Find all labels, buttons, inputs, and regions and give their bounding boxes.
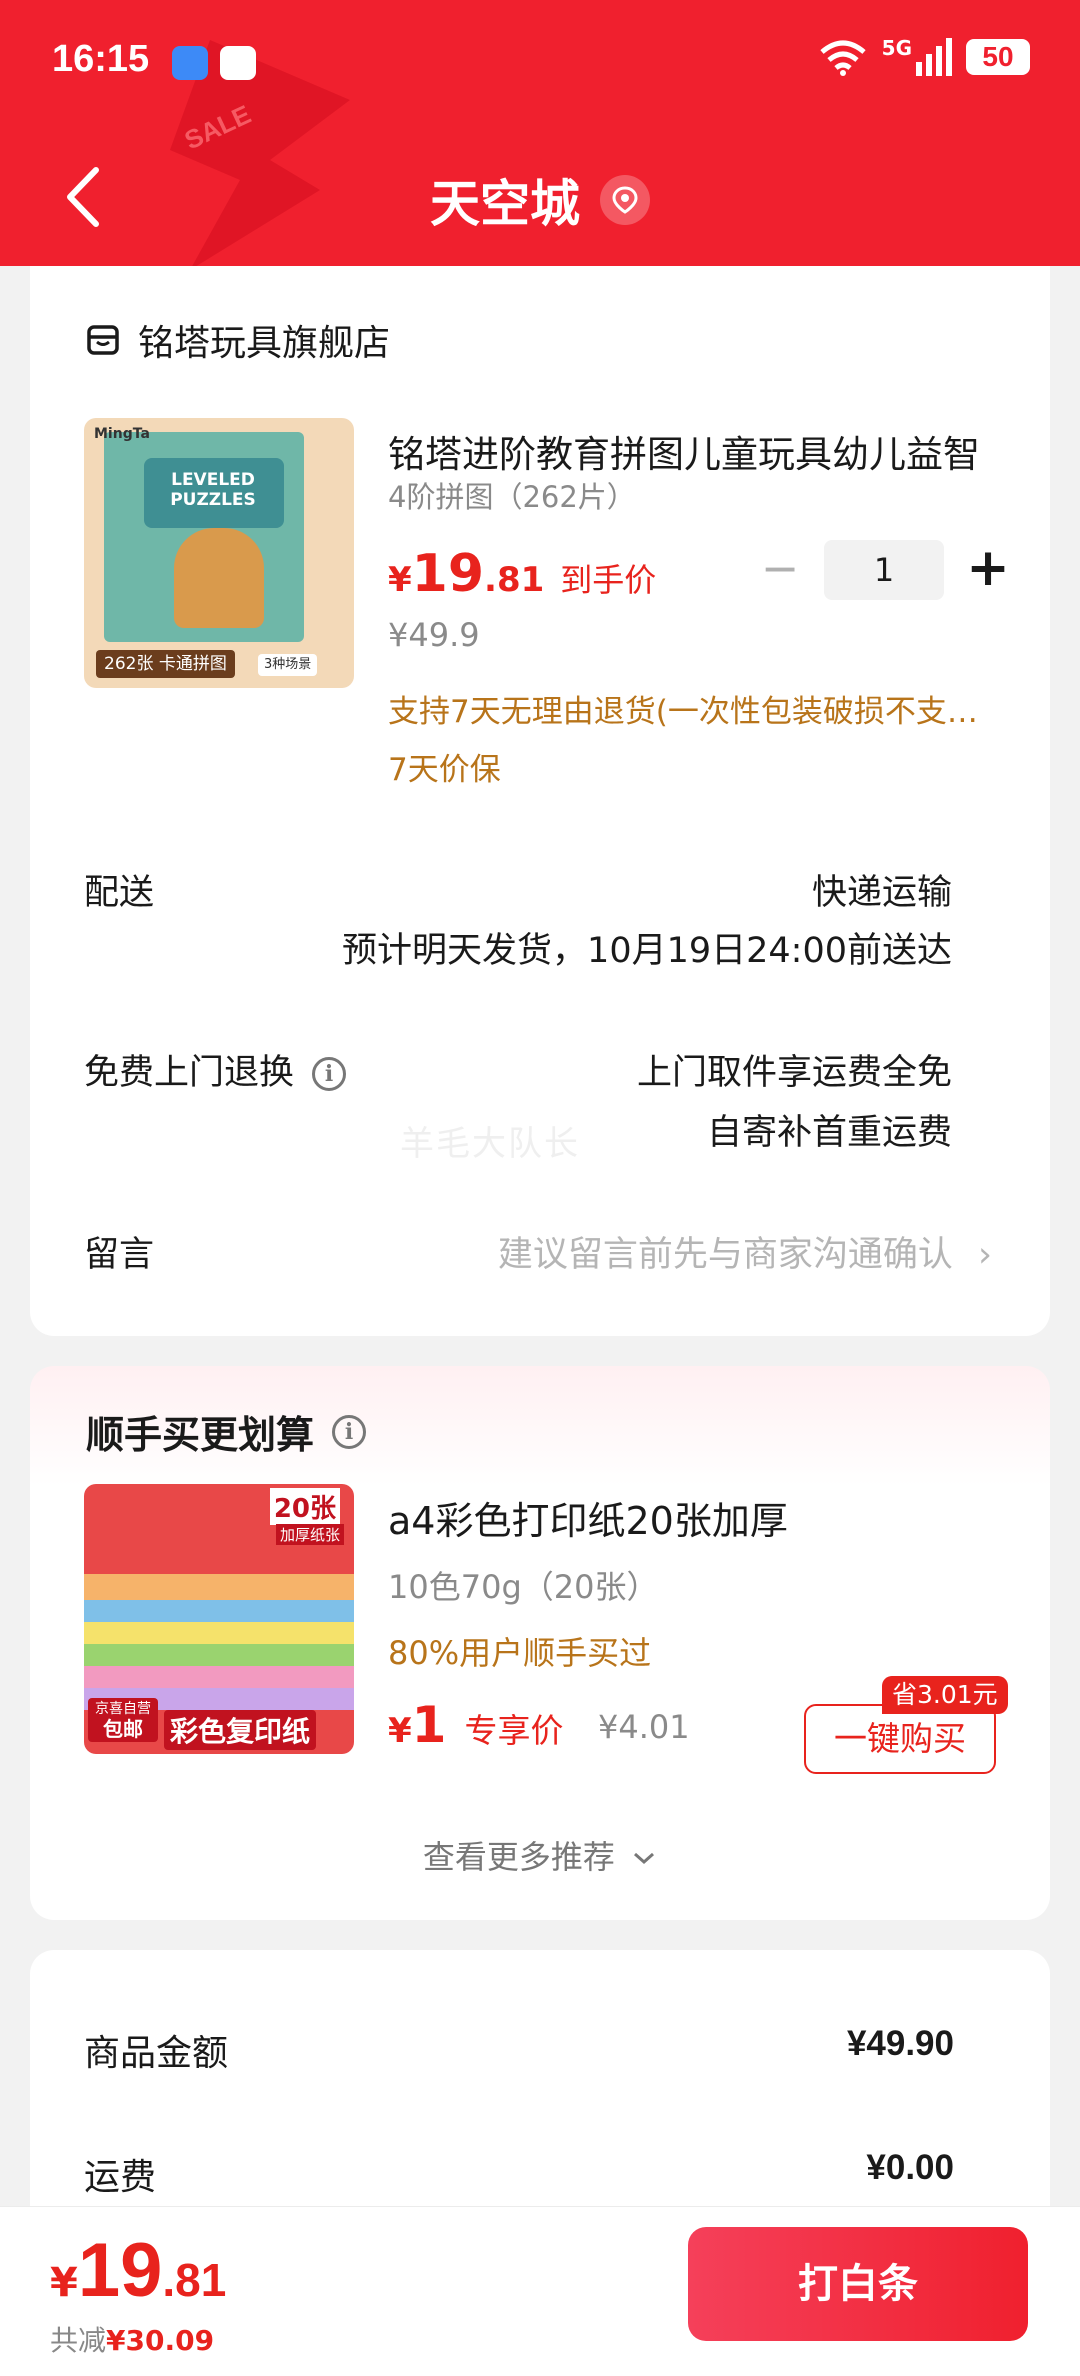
see-more-label: 查看更多推荐 [422, 1838, 615, 1876]
return-service-line2: 自寄补首重运费 [706, 1113, 952, 1153]
message-placeholder: 建议留言前先与商家沟通确认 [497, 1235, 953, 1275]
message-input-row[interactable]: 建议留言前先与商家沟通确认 › [498, 1226, 992, 1277]
price-integer: 19 [411, 544, 485, 604]
quantity-stepper: − 1 + [750, 540, 1018, 600]
status-time: 16:15 [52, 38, 150, 80]
product-price: ¥ 19 .81 到手价 [388, 544, 656, 604]
return-policy[interactable]: 支持7天无理由退货(一次性包装破损不支持) [388, 686, 988, 731]
addon-title[interactable]: a4彩色打印纸20张加厚 [388, 1490, 788, 1545]
location-icon[interactable] [600, 175, 650, 225]
thumb-tag: 3种场景 [258, 654, 318, 676]
chevron-right-icon: › [978, 1235, 992, 1275]
thumb-count: 20张 [269, 1488, 340, 1525]
addon-spec[interactable]: 10色70g（20张） [388, 1562, 658, 1608]
discount-prefix: 共减 [50, 2324, 107, 2357]
order-item-card: 铭塔玩具旗舰店 MingTa LEVELED PUZZLES 262张 卡通拼图… [30, 266, 1050, 1336]
price-decimal: .81 [484, 560, 545, 600]
section-title: 顺手买更划算 [86, 1413, 315, 1457]
store-header[interactable]: 铭塔玩具旗舰店 [86, 314, 390, 366]
delivery-label: 配送 [84, 873, 155, 913]
product-title[interactable]: 铭塔进阶教育拼图儿童玩具幼儿益智 [388, 424, 988, 478]
thumb-name: 彩色复印纸 [164, 1710, 317, 1750]
price-currency: ¥ [388, 560, 412, 600]
save-badge: 省3.01元 [882, 1676, 1008, 1714]
thumb-brand: MingTa [94, 426, 150, 442]
addon-recommendation-card: 顺手买更划算 i 20张 加厚纸张 京喜自营 包邮 彩色复印纸 a4彩色打印纸20… [30, 1366, 1050, 1920]
addon-price-tag: 专享价 [464, 1711, 564, 1750]
summary-label: 运费 [84, 2157, 157, 2198]
gallery-app-icon [172, 46, 208, 80]
return-service-label: 免费上门退换 [84, 1053, 295, 1093]
see-more-recommendations[interactable]: 查看更多推荐 [30, 1832, 1050, 1878]
return-service-row: 免费上门退换 i [84, 1044, 347, 1095]
signal-icon [916, 38, 952, 76]
summary-value: ¥49.90 [846, 2024, 954, 2063]
chevron-down-icon [634, 1852, 655, 1865]
section-header: 顺手买更划算 i [86, 1404, 367, 1459]
addon-price-currency: ¥ [388, 1711, 412, 1751]
total-decimal: .81 [162, 2254, 227, 2306]
delivery-eta: 预计明天发货，10月19日24:00前送达 [342, 931, 952, 971]
discount-amount: ¥30.09 [106, 2324, 215, 2357]
network-type: 5G [881, 36, 912, 60]
summary-value: ¥0.00 [866, 2148, 954, 2187]
status-indicators: 5G 50 [818, 36, 1030, 76]
page-title[interactable]: 天空城 [430, 164, 580, 236]
addon-original-price: ¥4.01 [598, 1708, 690, 1746]
cloud-app-icon [220, 46, 256, 80]
battery-indicator: 50 [966, 39, 1030, 75]
info-icon[interactable]: i [332, 1414, 367, 1449]
page-title-wrap: 天空城 [0, 164, 1080, 236]
summary-label: 商品金额 [84, 2033, 229, 2074]
total-integer: 19 [77, 2228, 163, 2313]
price-protection[interactable]: 7天价保 [388, 744, 501, 789]
return-service-line1: 上门取件享运费全免 [636, 1053, 952, 1093]
thumb-ship-line2: 包邮 [103, 1717, 143, 1741]
message-label: 留言 [84, 1235, 155, 1275]
one-click-buy-button[interactable]: 一键购买 [804, 1704, 996, 1774]
thumb-ship-line1: 京喜自营 [95, 1701, 151, 1717]
thumb-sub: 加厚纸张 [275, 1524, 344, 1545]
product-spec[interactable]: 4阶拼图（262片） [388, 474, 636, 516]
wifi-icon [820, 40, 866, 76]
header: SALE 16:15 5G 50 天空城 [0, 0, 1080, 266]
checkout-bar: ¥ 19 .81 共减¥30.09 打白条 [0, 2206, 1080, 2376]
store-name: 铭塔玩具旗舰店 [138, 323, 391, 364]
quantity-value[interactable]: 1 [824, 540, 944, 600]
nav-bar: 天空城 [0, 150, 1080, 240]
original-price: ¥49.9 [388, 616, 480, 654]
addon-price-value: 1 [411, 1696, 447, 1754]
status-bar: 16:15 5G 50 [0, 0, 1080, 120]
increase-button[interactable]: + [958, 540, 1018, 600]
product-thumbnail[interactable]: MingTa LEVELED PUZZLES 262张 卡通拼图 3种场景 [84, 418, 354, 688]
delivery-method[interactable]: 快递运输 [812, 864, 952, 915]
watermark: 羊毛大队长 [400, 1124, 580, 1164]
store-icon [87, 325, 119, 355]
discount-summary[interactable]: 共减¥30.09 [50, 2319, 214, 2359]
total-price: ¥ 19 .81 [50, 2227, 226, 2314]
info-icon[interactable]: i [312, 1057, 347, 1091]
thumb-badge: 262张 卡通拼图 [96, 650, 235, 678]
thumb-ship: 京喜自营 包邮 [88, 1698, 158, 1742]
thumb-title: LEVELED PUZZLES [170, 470, 256, 510]
addon-price: ¥ 1 专享价 [388, 1696, 563, 1754]
pay-button[interactable]: 打白条 [688, 2227, 1028, 2341]
addon-thumbnail[interactable]: 20张 加厚纸张 京喜自营 包邮 彩色复印纸 [84, 1484, 354, 1754]
price-tag: 到手价 [560, 561, 657, 599]
decrease-button[interactable]: − [750, 540, 810, 600]
total-currency: ¥ [50, 2260, 78, 2306]
addon-note: 80%用户顺手买过 [388, 1634, 652, 1672]
